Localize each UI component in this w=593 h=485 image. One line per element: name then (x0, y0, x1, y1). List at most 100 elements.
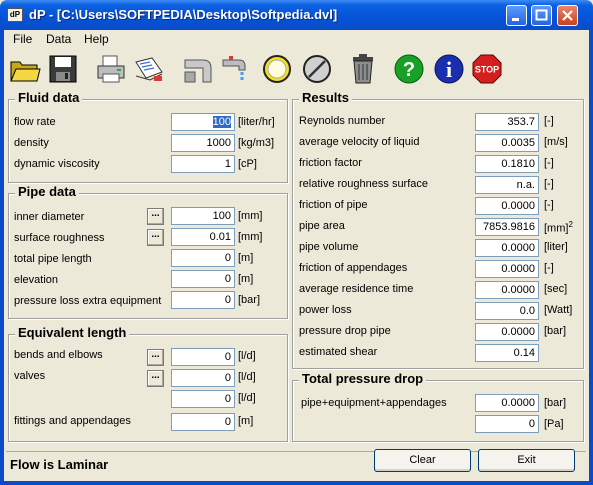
exit-button[interactable]: Exit (478, 449, 575, 472)
total-pressure-drop-title: Total pressure drop (299, 371, 427, 386)
menu-help[interactable]: Help (84, 32, 109, 46)
surface-roughness-unit: [mm] (238, 231, 263, 243)
reynolds-number-value: 353.7 (475, 113, 539, 131)
bends-elbows-input[interactable]: 0 (171, 348, 235, 366)
close-icon (562, 10, 573, 21)
results-group: Results Reynolds number 353.7 [-] averag… (292, 90, 584, 369)
extra-equivalent-input[interactable]: 0 (171, 390, 235, 408)
fittings-appendages-label: fittings and appendages (14, 415, 131, 427)
power-loss-unit: [Watt] (544, 304, 573, 316)
menu-file[interactable]: File (13, 32, 32, 46)
surface-roughness-input[interactable]: 0.01 (171, 228, 235, 246)
inner-diameter-browse-button[interactable]: ... (147, 208, 164, 225)
valves-browse-button[interactable]: ... (147, 370, 164, 387)
app-icon: dP (7, 8, 23, 22)
total-pressure-drop-label: pipe+equipment+appendages (301, 397, 447, 409)
bends-elbows-unit: [l/d] (238, 350, 256, 362)
close-button[interactable] (557, 5, 578, 26)
faucet-icon (222, 56, 246, 82)
friction-of-pipe-value: 0.0000 (475, 197, 539, 215)
fluid-data-title: Fluid data (15, 90, 83, 105)
total-pressure-drop-pa-unit: [Pa] (544, 418, 564, 430)
info-icon: i (434, 54, 464, 84)
pressure-drop-pipe-unit: [bar] (544, 325, 567, 337)
pipe-volume-unit: [liter] (544, 241, 568, 253)
surface-roughness-browse-button[interactable]: ... (147, 229, 164, 246)
density-label: density (14, 137, 49, 149)
total-pipe-length-unit: [m] (238, 252, 254, 264)
printer-icon (97, 55, 125, 83)
valves-input[interactable]: 0 (171, 369, 235, 387)
results-title: Results (299, 90, 352, 105)
bends-elbows-browse-button[interactable]: ... (147, 349, 164, 366)
minimize-button[interactable] (506, 5, 527, 26)
extra-equivalent-unit: [l/d] (238, 392, 256, 404)
friction-factor-label: friction factor (299, 157, 362, 169)
elevation-input[interactable]: 0 (171, 270, 235, 288)
density-input[interactable]: 1000 (171, 134, 235, 152)
inner-diameter-unit: [mm] (238, 210, 263, 222)
average-residence-time-label: average residence time (299, 283, 414, 295)
flow-rate-unit: [liter/hr] (238, 116, 275, 128)
fittings-appendages-unit: [m] (238, 415, 254, 427)
help-button[interactable]: ? (392, 51, 426, 87)
open-folder-button[interactable] (8, 51, 42, 87)
stop-button[interactable]: STOP (470, 51, 504, 87)
estimated-shear-label: estimated shear (299, 346, 378, 358)
window-frame-left (0, 30, 4, 485)
fittings-appendages-input[interactable]: 0 (171, 413, 235, 431)
no-sign-button[interactable] (300, 51, 334, 87)
dynamic-viscosity-input[interactable]: 1 (171, 155, 235, 173)
equivalent-length-group: Equivalent length bends and elbows ... 0… (8, 325, 288, 442)
friction-factor-unit: [-] (544, 157, 554, 169)
window-frame-bottom (0, 481, 593, 485)
flow-rate-input[interactable]: 100 (171, 113, 235, 131)
equivalent-length-title: Equivalent length (15, 325, 130, 340)
pressure-drop-pipe-value: 0.0000 (475, 323, 539, 341)
elevation-unit: [m] (238, 273, 254, 285)
print-preview-button[interactable] (132, 51, 166, 87)
title-bar: dP dP - [C:\Users\SOFTPEDIA\Desktop\Soft… (0, 0, 593, 30)
clear-button[interactable]: Clear (374, 449, 471, 472)
pipe-data-title: Pipe data (15, 184, 79, 199)
average-residence-time-unit: [sec] (544, 283, 568, 295)
pipes-icon (184, 59, 212, 83)
pipe-volume-label: pipe volume (299, 241, 359, 253)
menu-data[interactable]: Data (46, 32, 71, 46)
stop-sign-icon: STOP (472, 54, 502, 84)
pipe-area-unit: [mm]2 (544, 220, 573, 235)
total-pressure-drop-group: Total pressure drop pipe+equipment+appen… (292, 371, 584, 442)
print-button[interactable] (94, 51, 128, 87)
save-disk-icon (49, 55, 77, 83)
pressure-loss-extra-input[interactable]: 0 (171, 291, 235, 309)
trash-button[interactable] (346, 51, 380, 87)
relative-roughness-value: n.a. (475, 176, 539, 194)
total-pressure-drop-bar-value: 0.0000 (475, 394, 539, 412)
total-pipe-length-label: total pipe length (14, 253, 92, 265)
estimated-shear-value: 0.14 (475, 344, 539, 362)
reynolds-number-label: Reynolds number (299, 115, 386, 127)
maximize-button[interactable] (531, 5, 552, 26)
total-pressure-drop-pa-value: 0 (475, 415, 539, 433)
dynamic-viscosity-label: dynamic viscosity (14, 158, 100, 170)
average-velocity-unit: [m/s] (544, 136, 568, 148)
power-loss-label: power loss (299, 304, 352, 316)
pressure-drop-pipe-label: pressure drop pipe (299, 325, 391, 337)
save-button[interactable] (46, 51, 80, 87)
total-pipe-length-input[interactable]: 0 (171, 249, 235, 267)
window-title: dP - [C:\Users\SOFTPEDIA\Desktop\Softped… (29, 7, 338, 22)
inner-diameter-input[interactable]: 100 (171, 207, 235, 225)
info-button[interactable]: i (432, 51, 466, 87)
pipes-button[interactable] (182, 51, 216, 87)
print-preview-icon (135, 57, 163, 81)
average-residence-time-value: 0.0000 (475, 281, 539, 299)
pipe-area-label: pipe area (299, 220, 345, 232)
toolbar: ? i STOP (4, 49, 589, 91)
elevation-label: elevation (14, 274, 59, 286)
window-frame-right (589, 30, 593, 485)
pressure-loss-extra-unit: [bar] (238, 294, 261, 306)
surface-roughness-label: surface roughness (14, 232, 105, 244)
faucet-button[interactable] (216, 51, 250, 87)
yellow-circle-button[interactable] (260, 51, 294, 87)
yellow-circle-icon (263, 55, 291, 83)
